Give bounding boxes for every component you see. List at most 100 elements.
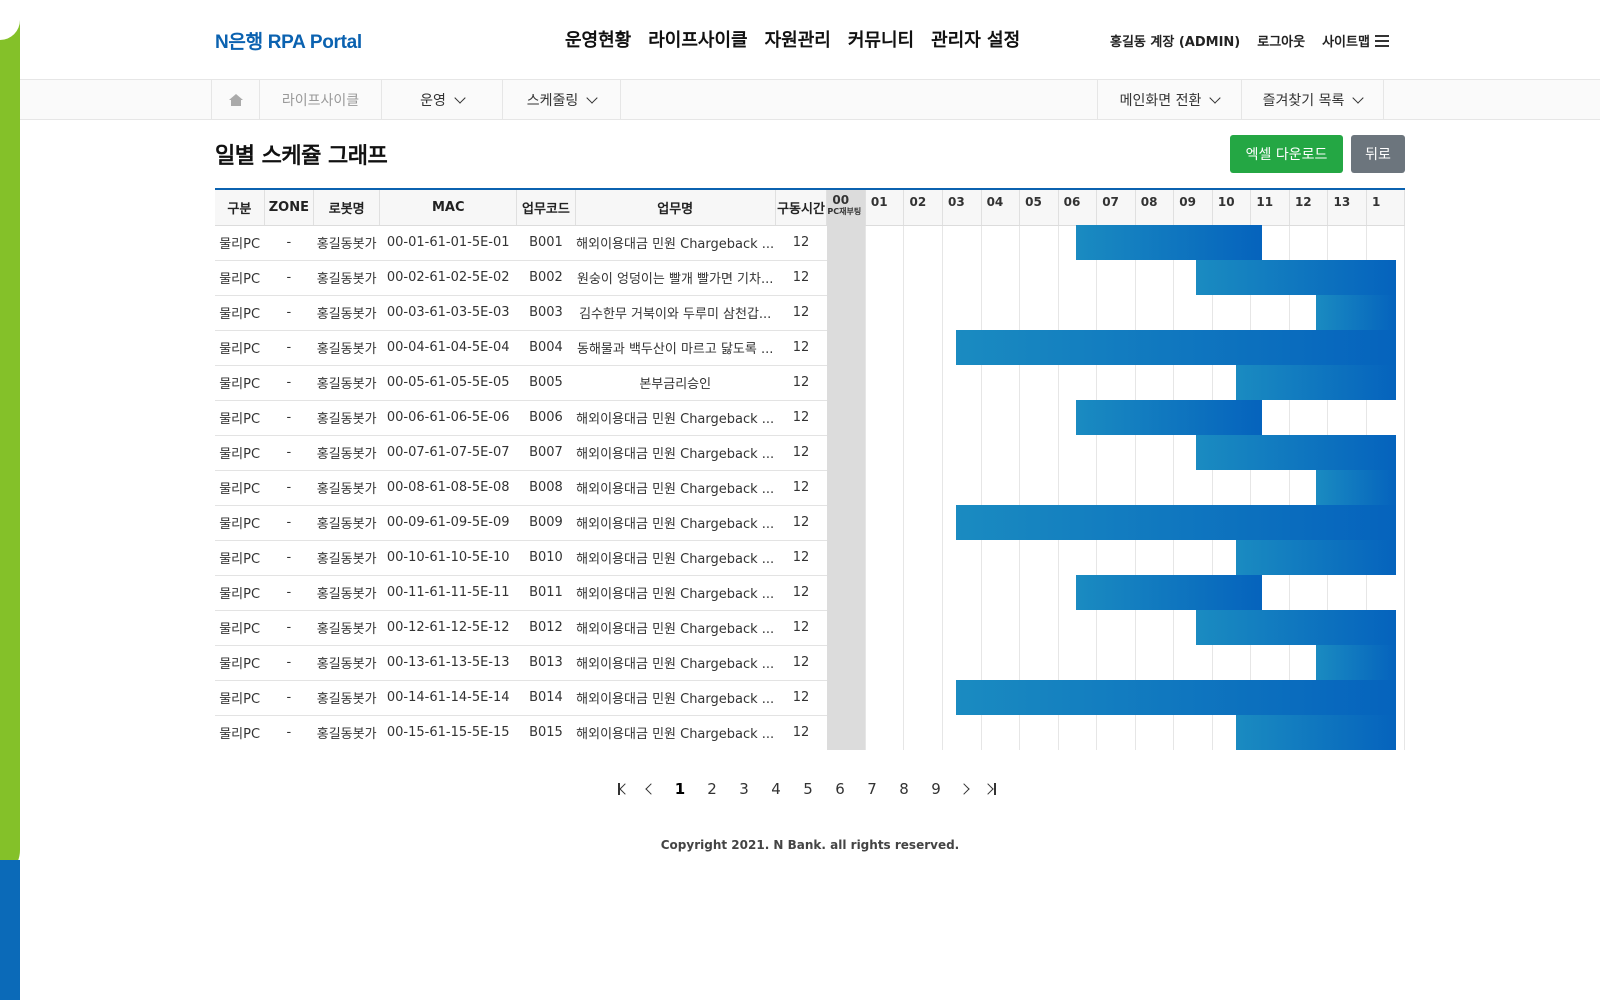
hour-cell [826, 435, 866, 470]
table-row[interactable]: 물리PC - 홍길동봇가 00-01-61-01-5E-01 B001 해외이용대금 민원… [215, 225, 1405, 261]
nav-lifecycle[interactable]: 라이프사이클 [648, 26, 747, 52]
hour-header: 11 [1250, 190, 1290, 226]
row-type: 물리PC [215, 505, 265, 541]
chevron-left-icon [645, 783, 657, 795]
page-4[interactable]: 4 [760, 780, 792, 798]
page-2[interactable]: 2 [696, 780, 728, 798]
hour-cell [1212, 330, 1252, 365]
user-utility: 홍길동 계장 (ADMIN) 로그아웃 사이트맵 [1110, 31, 1389, 50]
nav-admin-settings[interactable]: 관리자 설정 [931, 26, 1020, 52]
table-row[interactable]: 물리PC - 홍길동봇가 00-06-61-06-5E-06 B006 해외이용대금 민원… [215, 400, 1405, 436]
hour-cell [865, 330, 905, 365]
main-switch-dropdown[interactable]: 메인화면 전환 [1097, 80, 1241, 120]
back-button[interactable]: 뒤로 [1351, 135, 1405, 173]
hour-cell [1327, 575, 1368, 610]
table-row[interactable]: 물리PC - 홍길동봇가 00-03-61-03-5E-03 B003 김수한무 거북이와… [215, 295, 1405, 331]
page-5[interactable]: 5 [792, 780, 824, 798]
hour-cell [1058, 260, 1098, 295]
hour-cell [1327, 505, 1368, 540]
row-robot: 홍길동봇가 [313, 680, 380, 716]
home-button[interactable] [211, 80, 259, 120]
hour-cell [1250, 575, 1290, 610]
hour-cell [1135, 295, 1175, 330]
hour-cell [942, 470, 982, 505]
hour-cell [1058, 575, 1098, 610]
table-row[interactable]: 물리PC - 홍길동봇가 00-08-61-08-5E-08 B008 해외이용대금 민원… [215, 470, 1405, 506]
logout-link[interactable]: 로그아웃 [1257, 31, 1305, 50]
hour-cell [865, 540, 905, 575]
scheduling-dropdown[interactable]: 스케줄링 [502, 80, 621, 120]
page-8[interactable]: 8 [888, 780, 920, 798]
hour-cell [942, 295, 982, 330]
table-row[interactable]: 물리PC - 홍길동봇가 00-05-61-05-5E-05 B005 본부금리승인 12 [215, 365, 1405, 401]
col-header-zone: ZONE [264, 190, 314, 226]
row-robot: 홍길동봇가 [313, 575, 380, 611]
hour-cell [865, 505, 905, 540]
hour-cell [1135, 505, 1175, 540]
hour-cell [1096, 365, 1136, 400]
page-1[interactable]: 1 [664, 780, 696, 798]
schedule-table-body: 물리PC - 홍길동봇가 00-01-61-01-5E-01 B001 해외이용대금 민원… [215, 225, 1405, 750]
excel-download-button[interactable]: 엑셀 다운로드 [1230, 135, 1343, 173]
hour-cell [826, 505, 866, 540]
hour-cell [1250, 365, 1290, 400]
schedule-table: 구분 ZONE 로봇명 MAC 업무코드 업무명 구동시간 00 PC재부팅 01… [215, 190, 1405, 750]
hour-cell [1366, 715, 1405, 750]
next-page-button[interactable] [952, 780, 979, 798]
hour-cell [981, 365, 1021, 400]
nav-operation-status[interactable]: 운영현황 [565, 26, 631, 52]
hour-cell [1212, 295, 1252, 330]
first-page-button[interactable] [610, 780, 637, 798]
page-3[interactable]: 3 [728, 780, 760, 798]
table-row[interactable]: 물리PC - 홍길동봇가 00-07-61-07-5E-07 B007 해외이용대금 민원… [215, 435, 1405, 471]
nav-community[interactable]: 커뮤니티 [848, 26, 914, 52]
hour-cell [981, 575, 1021, 610]
row-zone: - [264, 330, 314, 366]
copyright-text: Copyright 2021. N Bank. all rights reser… [660, 838, 960, 852]
row-zone: - [264, 365, 314, 401]
table-row[interactable]: 물리PC - 홍길동봇가 00-13-61-13-5E-13 B013 해외이용대금 민원… [215, 645, 1405, 681]
table-row[interactable]: 물리PC - 홍길동봇가 00-11-61-11-5E-11 B011 해외이용대금 민원… [215, 575, 1405, 611]
hour-cell [865, 715, 905, 750]
table-row[interactable]: 물리PC - 홍길동봇가 00-09-61-09-5E-09 B009 해외이용대금 민원… [215, 505, 1405, 541]
page-6[interactable]: 6 [824, 780, 856, 798]
hour-cell [826, 575, 866, 610]
page-7[interactable]: 7 [856, 780, 888, 798]
table-row[interactable]: 물리PC - 홍길동봇가 00-14-61-14-5E-14 B014 해외이용대금 민원… [215, 680, 1405, 716]
hour-cell [1096, 400, 1136, 435]
row-task-code: B012 [516, 610, 576, 646]
row-run-time: 12 [775, 680, 827, 716]
table-row[interactable]: 물리PC - 홍길동봇가 00-04-61-04-5E-04 B004 동해물과 백두산이… [215, 330, 1405, 366]
hour-cell [1366, 260, 1405, 295]
hour-cell [1212, 540, 1252, 575]
table-row[interactable]: 물리PC - 홍길동봇가 00-12-61-12-5E-12 B012 해외이용대금 민원… [215, 610, 1405, 646]
favorites-dropdown[interactable]: 즐겨찾기 목록 [1241, 80, 1384, 120]
chevron-right-icon [958, 783, 970, 795]
hour-cell [903, 610, 944, 645]
hour-cell [826, 715, 866, 750]
side-green-band [0, 0, 20, 880]
portal-logo[interactable]: N은행 RPA Portal [215, 27, 362, 54]
hour-cell [826, 645, 866, 680]
nav-resource-management[interactable]: 자원관리 [765, 26, 831, 52]
hour-cell [1327, 260, 1368, 295]
table-row[interactable]: 물리PC - 홍길동봇가 00-02-61-02-5E-02 B002 원숭이 엉덩이는 … [215, 260, 1405, 296]
hour-header-00: 00 PC재부팅 [826, 190, 866, 226]
table-row[interactable]: 물리PC - 홍길동봇가 00-10-61-10-5E-10 B010 해외이용대금 민원… [215, 540, 1405, 576]
page-9[interactable]: 9 [920, 780, 952, 798]
sitemap-link[interactable]: 사이트맵 [1322, 31, 1389, 50]
row-task-code: B005 [516, 365, 576, 401]
hour-cell [1212, 435, 1252, 470]
hour-cell [903, 225, 944, 260]
operation-dropdown[interactable]: 운영 [381, 80, 502, 120]
table-row[interactable]: 물리PC - 홍길동봇가 00-15-61-15-5E-15 B015 해외이용대금 민원… [215, 715, 1405, 750]
last-page-button[interactable] [979, 780, 1006, 798]
hour-cell [1173, 540, 1213, 575]
user-name: 홍길동 계장 (ADMIN) [1110, 35, 1241, 50]
hour-header: 01 [865, 190, 905, 226]
breadcrumb-lifecycle[interactable]: 라이프사이클 [259, 80, 381, 120]
hour-cell [1019, 260, 1059, 295]
prev-page-button[interactable] [637, 780, 664, 798]
row-task-code: B014 [516, 680, 576, 716]
hour-cell [1212, 645, 1252, 680]
